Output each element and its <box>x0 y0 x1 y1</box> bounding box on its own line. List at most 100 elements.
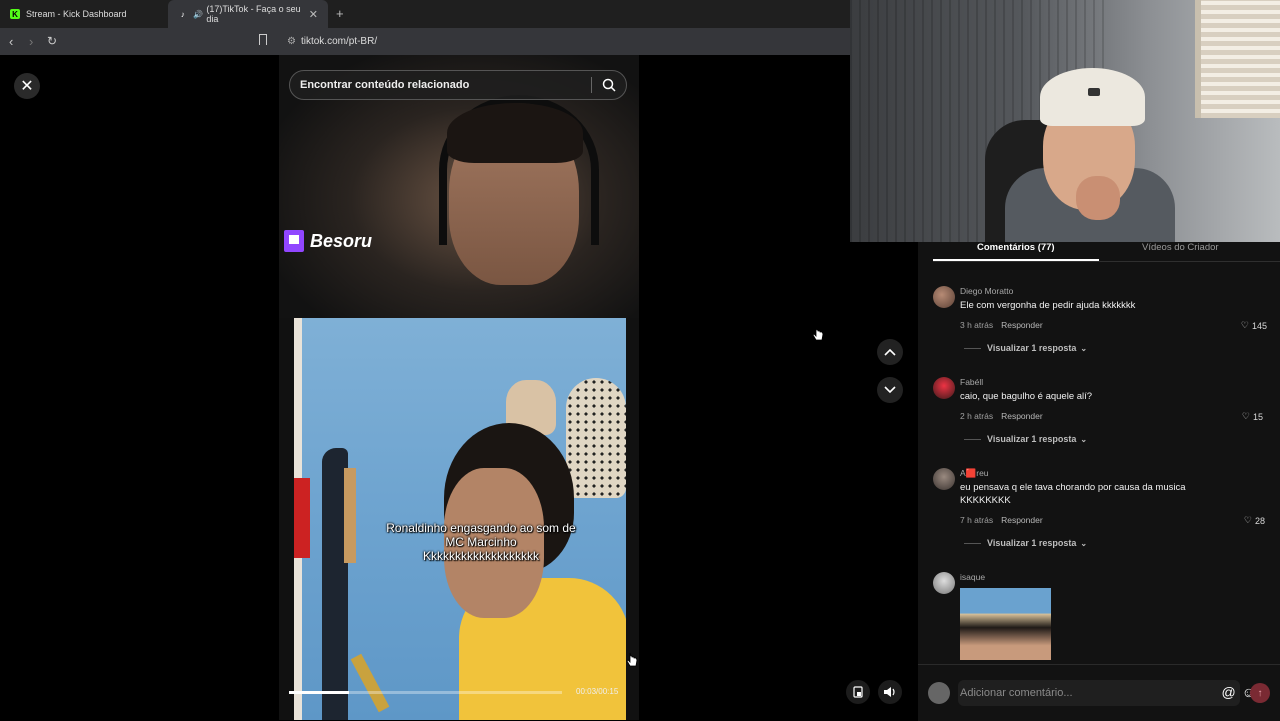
browser-tab-bar: K Stream - Kick Dashboard ♪ 🔊 (17)TikTok… <box>0 0 850 28</box>
view-replies-label: Visualizar 1 resposta <box>987 434 1077 444</box>
view-replies-label: Visualizar 1 resposta <box>987 343 1077 353</box>
avatar[interactable] <box>933 286 955 308</box>
heart-icon: ♡ <box>1243 515 1252 525</box>
volume-button[interactable] <box>878 680 902 704</box>
comment-author[interactable]: Diego Moratto <box>960 286 1013 296</box>
video-viewer: ✕ Encontrar conteúdo relacionado Besoru <box>0 55 918 720</box>
tab-kick-dashboard[interactable]: K Stream - Kick Dashboard <box>0 0 168 28</box>
mouse-cursor-icon <box>626 652 638 667</box>
streamer-hair <box>447 103 583 163</box>
reply-button[interactable]: Responder <box>1001 320 1043 330</box>
comment-text: caio, que bagulho é aquele alí? <box>960 391 1093 402</box>
previous-video-button[interactable] <box>877 339 903 365</box>
related-search-input[interactable]: Encontrar conteúdo relacionado <box>289 70 627 100</box>
comment-time: 2 h atrás <box>960 411 994 421</box>
back-icon[interactable]: ‹ <box>9 34 13 49</box>
window-blinds <box>1195 0 1280 118</box>
like-button[interactable]: ♡ 15 <box>1242 411 1263 422</box>
comment-text: eu pensava q ele tava chorando por causa… <box>960 482 1186 506</box>
like-count: 28 <box>1254 515 1265 526</box>
comment-item: Diego Moratto Ele com vergonha de pedir … <box>933 286 1273 356</box>
comment-author[interactable]: isaque <box>960 572 985 582</box>
chevron-down-icon: ⌄ <box>1080 343 1088 353</box>
tab-title: Stream - Kick Dashboard <box>26 9 127 19</box>
reply-button[interactable]: Responder <box>1001 411 1043 421</box>
comment-item: isaque <box>933 572 1273 664</box>
close-icon: ✕ <box>20 78 34 95</box>
close-viewer-button[interactable]: ✕ <box>14 73 40 99</box>
search-placeholder: Encontrar conteúdo relacionado <box>300 79 470 91</box>
heart-icon: ♡ <box>1240 320 1249 330</box>
avatar[interactable] <box>933 377 955 399</box>
phone <box>350 653 390 713</box>
bookmark-icon[interactable] <box>259 34 267 45</box>
site-info-icon[interactable]: ⚙ <box>287 36 296 47</box>
active-tab-indicator <box>933 259 1099 261</box>
like-button[interactable]: ♡ 145 <box>1241 320 1267 331</box>
tab-creator-videos[interactable]: Vídeos do Criador <box>1142 242 1219 253</box>
wooden-board <box>344 468 356 563</box>
comments-panel: Comentários (77) Vídeos do Criador Diego… <box>918 242 1280 720</box>
comment-author[interactable]: Fabéll <box>960 377 983 387</box>
new-tab-icon[interactable]: + <box>336 6 344 21</box>
floating-player-icon <box>853 686 863 698</box>
chevron-up-icon <box>884 348 896 356</box>
search-icon[interactable] <box>602 78 616 92</box>
search-divider <box>591 77 592 93</box>
comment-meta: 7 h atrás Responder <box>960 515 1043 525</box>
comment-meta: 2 h atrás Responder <box>960 411 1043 421</box>
brand-label: Besoru <box>310 230 373 251</box>
dotted-bag <box>566 378 626 498</box>
heart-icon: ♡ <box>1241 411 1250 421</box>
view-replies-label: Visualizar 1 resposta <box>987 538 1077 548</box>
comment-input-placeholder: Adicionar comentário... <box>960 687 1073 699</box>
tab-tiktok[interactable]: ♪ 🔊 (17)TikTok - Faça o seu dia ✕ <box>168 0 328 28</box>
comment-author[interactable]: A🟥reu <box>960 468 989 479</box>
view-replies-button[interactable]: Visualizar 1 resposta ⌄ <box>964 434 1087 444</box>
kick-logo-icon: K <box>10 9 20 19</box>
url-text: tiktok.com/pt-BR/ <box>300 36 378 47</box>
tab-divider <box>933 261 1280 262</box>
chevron-down-icon: ⌄ <box>1080 538 1088 548</box>
mention-icon[interactable]: @ <box>1221 684 1235 700</box>
avatar <box>928 682 950 704</box>
floating-player-button[interactable] <box>846 680 870 704</box>
url-field[interactable]: ⚙ tiktok.com/pt-BR/ <box>287 36 377 47</box>
comment-input[interactable]: Adicionar comentário... <box>958 680 1240 706</box>
video-time: 00:03/00:15 <box>576 687 619 696</box>
send-comment-button[interactable]: ↑ <box>1250 683 1270 703</box>
next-video-button[interactable] <box>877 377 903 403</box>
tiktok-logo-icon: ♪ <box>180 9 185 19</box>
twitch-logo-icon <box>284 230 304 252</box>
video-progress-bar[interactable] <box>289 691 562 694</box>
avatar[interactable] <box>933 572 955 594</box>
comment-composer: Adicionar comentário... @ ☺ ↑ <box>918 664 1280 721</box>
reply-button[interactable]: Responder <box>1001 515 1043 525</box>
video-player[interactable]: Encontrar conteúdo relacionado Besoru Ro… <box>279 55 639 720</box>
like-count: 15 <box>1252 411 1263 422</box>
view-replies-button[interactable]: Visualizar 1 resposta ⌄ <box>964 343 1087 353</box>
close-tab-icon[interactable]: ✕ <box>309 8 318 21</box>
clip-frame: Ronaldinho engasgando ao som de MC Marci… <box>294 318 626 720</box>
avatar[interactable] <box>933 468 955 490</box>
mouse-cursor-icon <box>812 326 824 341</box>
like-button[interactable]: ♡ 28 <box>1244 515 1265 526</box>
chevron-down-icon <box>884 386 896 394</box>
reload-icon[interactable]: ↻ <box>47 34 57 48</box>
video-caption: Ronaldinho engasgando ao som de MC Marci… <box>386 521 576 563</box>
arrow-up-icon: ↑ <box>1257 687 1263 699</box>
forward-icon[interactable]: › <box>29 34 33 49</box>
person-hand <box>1076 176 1120 220</box>
video-progress-fill <box>289 691 350 694</box>
view-replies-button[interactable]: Visualizar 1 resposta ⌄ <box>964 538 1087 548</box>
volume-icon <box>884 687 895 697</box>
white-cap <box>1040 68 1145 126</box>
chevron-down-icon: ⌄ <box>1080 434 1088 444</box>
tab-title: (17)TikTok - Faça o seu dia <box>206 4 301 24</box>
comment-time: 3 h atrás <box>960 320 994 330</box>
address-bar: ‹ › ↻ ⚙ tiktok.com/pt-BR/ <box>0 28 850 55</box>
tab-comments[interactable]: Comentários (77) <box>977 242 1055 253</box>
comment-item: Fabéll caio, que bagulho é aquele alí? 2… <box>933 377 1273 447</box>
like-count: 145 <box>1251 320 1267 331</box>
comment-image[interactable] <box>960 588 1051 660</box>
